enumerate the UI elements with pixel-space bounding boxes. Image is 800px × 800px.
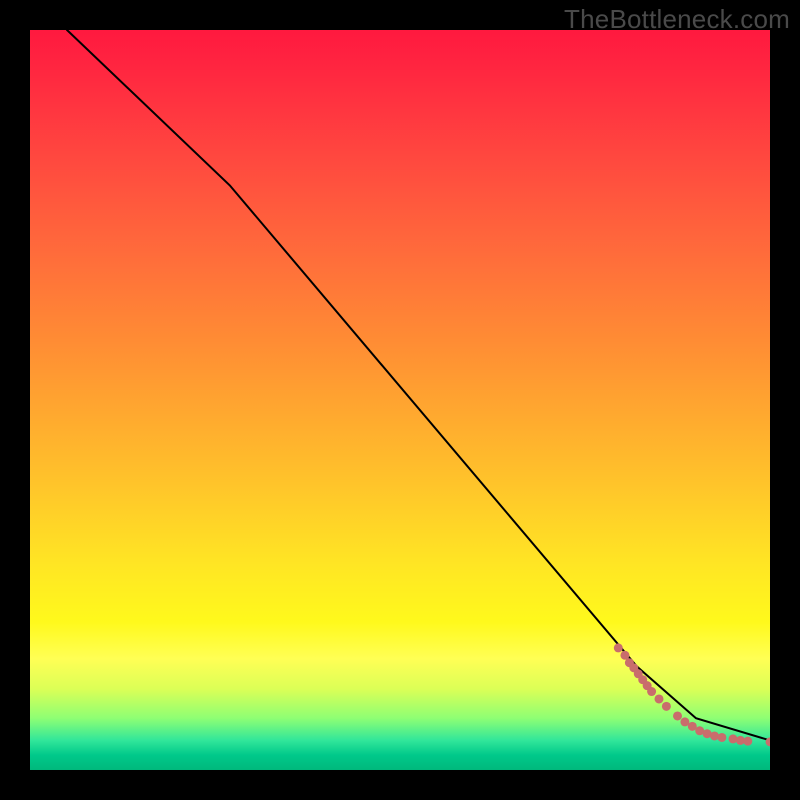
scatter-point: [717, 733, 726, 742]
scatter-layer: [614, 643, 770, 746]
watermark-text: TheBottleneck.com: [564, 4, 790, 35]
scatter-point: [743, 737, 752, 746]
scatter-point: [655, 694, 664, 703]
scatter-point: [710, 731, 719, 740]
scatter-point: [673, 711, 682, 720]
scatter-point: [614, 643, 623, 652]
curve-path: [67, 30, 770, 740]
scatter-point: [662, 702, 671, 711]
plot-area: [30, 30, 770, 770]
chart-overlay-svg: [30, 30, 770, 770]
curve-layer: [67, 30, 770, 740]
scatter-point: [729, 734, 738, 743]
scatter-point: [647, 687, 656, 696]
chart-container: TheBottleneck.com: [0, 0, 800, 800]
